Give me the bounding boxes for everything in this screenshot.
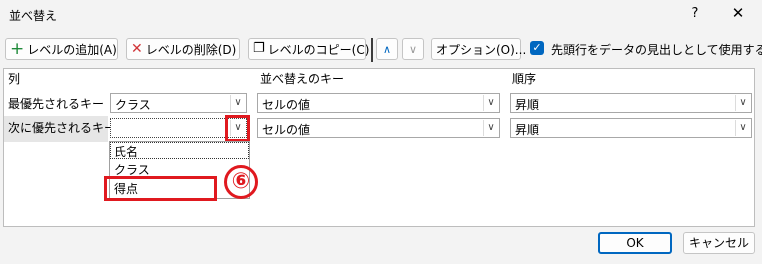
step-number-badge: ⑥ [224,165,258,199]
level-2-sort-on-select[interactable]: セルの値 ∨ [257,118,500,138]
column-header: 列 [8,72,21,86]
sort-on-header: 並べ替えのキー [260,72,345,86]
chevron-down-icon: ∨ [735,95,750,111]
move-down-button[interactable]: ∨ [402,38,424,60]
copy-level-label: レベルのコピー(C) [267,42,370,57]
level-1-order-value: 昇順 [515,98,540,112]
chevron-down-icon: ∨ [230,95,245,111]
level-2-sort-on-value: セルの値 [262,123,311,137]
help-button[interactable]: ? [688,6,702,24]
dialog-title: 並べ替え [9,9,58,23]
add-level-button[interactable]: + レベルの追加(A) [5,38,118,60]
sort-dialog: 並べ替え ? ✕ + レベルの追加(A) ✕ レベルの削除(D) ❐ レベルのコ… [0,0,762,264]
level-1-column-value: クラス [115,98,151,112]
dropdown-arrow-highlight [225,115,250,142]
copy-icon: ❐ [253,41,265,56]
level-1-column-select[interactable]: クラス ∨ [110,93,247,113]
delete-level-button[interactable]: ✕ レベルの削除(D) [126,38,240,60]
ok-button[interactable]: OK [598,232,672,254]
cancel-button[interactable]: キャンセル [683,232,755,254]
add-level-label: レベルの追加(A) [27,42,117,57]
chevron-down-icon: ∨ [483,120,498,136]
header-row-checkbox-label: 先頭行をデータの見出しとして使用する(H) [551,43,762,57]
options-button[interactable]: オプション(O)... [431,38,526,60]
chevron-down-icon: ∨ [735,120,750,136]
chevron-down-icon: ∨ [408,42,418,56]
level-2-label: 次に優先されるキー [8,121,117,135]
chevron-down-icon: ∨ [483,95,498,111]
level-2-order-select[interactable]: 昇順 ∨ [510,118,752,138]
level-1-sort-on-select[interactable]: セルの値 ∨ [257,93,500,113]
toolbar-separator [371,38,373,62]
delete-level-label: レベルの削除(D) [145,42,237,57]
title-bar: 並べ替え ? ✕ [0,0,762,30]
level-2-order-value: 昇順 [515,123,540,137]
options-label: オプション(O)... [436,42,527,57]
header-row-checkbox[interactable]: ✓ [530,41,544,55]
close-button[interactable]: ✕ [728,4,748,24]
move-up-button[interactable]: ∧ [376,38,398,60]
plus-icon: + [10,39,25,59]
chevron-up-icon: ∧ [382,42,392,56]
level-1-order-select[interactable]: 昇順 ∨ [510,93,752,113]
level-1-label: 最優先されるキー [8,97,105,111]
dropdown-option-name[interactable]: 氏名 [114,143,138,160]
checkmark-icon: ✓ [532,41,542,54]
copy-level-button[interactable]: ❐ レベルのコピー(C) [248,38,369,60]
score-option-highlight [104,176,217,201]
delete-x-icon: ✕ [131,41,143,57]
order-header: 順序 [512,72,537,86]
level-1-sort-on-value: セルの値 [262,98,311,112]
